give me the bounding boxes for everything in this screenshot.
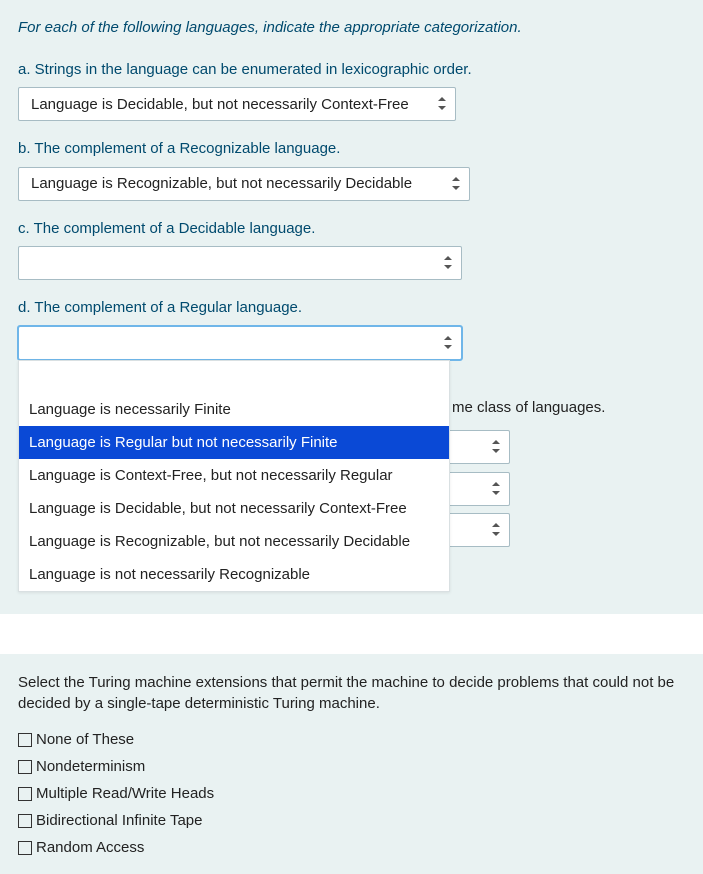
q2-prompt: Select the Turing machine extensions tha… — [18, 672, 685, 716]
checkbox-icon[interactable] — [18, 841, 32, 855]
instruction-text: For each of the following languages, ind… — [18, 18, 685, 38]
item-d-label: d. The complement of a Regular language. — [18, 298, 685, 318]
checkbox-row[interactable]: Nondeterminism — [18, 758, 685, 775]
question-2-panel: Select the Turing machine extensions tha… — [0, 654, 703, 874]
item-a: a. Strings in the language can be enumer… — [18, 60, 685, 122]
checkbox-row[interactable]: Bidirectional Infinite Tape — [18, 812, 685, 829]
checkbox-icon[interactable] — [18, 814, 32, 828]
dropdown-blank-option[interactable] — [19, 361, 449, 393]
checkbox-icon[interactable] — [18, 733, 32, 747]
checkbox-label: Multiple Read/Write Heads — [36, 785, 214, 802]
item-a-select[interactable]: Language is Decidable, but not necessari… — [18, 87, 456, 121]
dropdown-option[interactable]: Language is not necessarily Recognizable — [19, 558, 449, 591]
item-a-value: Language is Decidable, but not necessari… — [31, 96, 423, 113]
obscured-text: me class of languages. — [452, 399, 605, 416]
dropdown-option[interactable]: Language is Decidable, but not necessari… — [19, 492, 449, 525]
question-1-panel: For each of the following languages, ind… — [0, 0, 703, 614]
checkbox-icon[interactable] — [18, 787, 32, 801]
dropdown-option[interactable]: Language is Context-Free, but not necess… — [19, 459, 449, 492]
panel-gap — [0, 614, 703, 654]
checkbox-label: Bidirectional Infinite Tape — [36, 812, 203, 829]
item-b-select[interactable]: Language is Recognizable, but not necess… — [18, 167, 470, 201]
dropdown-option-highlighted[interactable]: Language is Regular but not necessarily … — [19, 426, 449, 459]
dropdown-option[interactable]: Language is necessarily Finite — [19, 393, 449, 426]
item-d: d. The complement of a Regular language. — [18, 298, 685, 360]
item-c-select[interactable] — [18, 246, 462, 280]
checkbox-label: None of These — [36, 731, 134, 748]
checkbox-row[interactable]: Random Access — [18, 839, 685, 856]
item-a-label: a. Strings in the language can be enumer… — [18, 60, 685, 80]
checkbox-label: Nondeterminism — [36, 758, 145, 775]
item-b-label: b. The complement of a Recognizable lang… — [18, 139, 685, 159]
item-c-label: c. The complement of a Decidable languag… — [18, 219, 685, 239]
item-b-value: Language is Recognizable, but not necess… — [31, 175, 437, 192]
item-d-select[interactable] — [18, 326, 462, 360]
checkbox-icon[interactable] — [18, 760, 32, 774]
item-c: c. The complement of a Decidable languag… — [18, 219, 685, 281]
checkbox-label: Random Access — [36, 839, 144, 856]
dropdown-option[interactable]: Language is Recognizable, but not necess… — [19, 525, 449, 558]
checkbox-row[interactable]: Multiple Read/Write Heads — [18, 785, 685, 802]
item-b: b. The complement of a Recognizable lang… — [18, 139, 685, 201]
checkbox-row[interactable]: None of These — [18, 731, 685, 748]
item-d-dropdown[interactable]: Language is necessarily Finite Language … — [18, 360, 450, 592]
